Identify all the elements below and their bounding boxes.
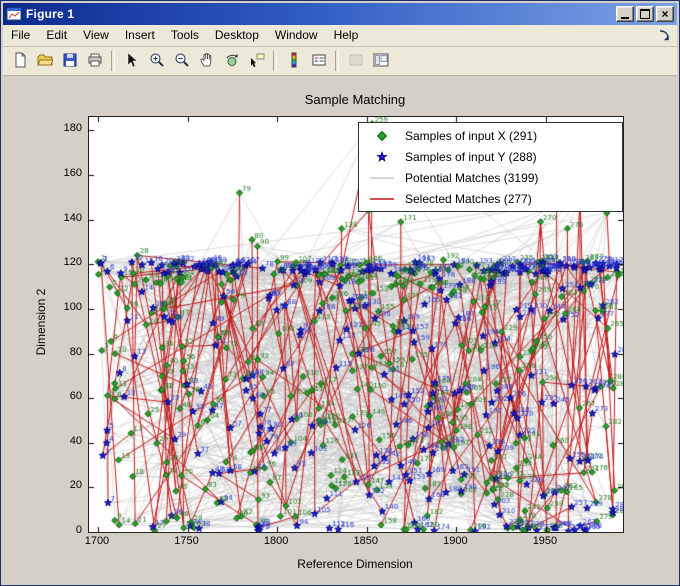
figure-canvas-area: Sample Matching Reference Dimension Dime… [3,76,677,583]
toolbar-separator [335,51,339,71]
figure-window: Figure 1 × File Edit View Insert Tools Deskto… [0,0,680,586]
insert-colorbar-button[interactable] [282,50,305,73]
menu-bar: File Edit View Insert Tools Desktop Window Help [3,25,677,47]
insert-colorbar-icon [286,52,302,71]
menu-file[interactable]: File [3,25,38,46]
legend-label-potential: Potential Matches (3199) [405,170,539,185]
x-tick-label: 1800 [263,535,289,547]
show-plot-tools-icon [373,52,389,71]
print-figure-icon [87,52,103,71]
toolbar-separator [111,51,115,71]
legend-label-selected: Selected Matches (277) [405,191,532,206]
open-file-icon [36,52,54,71]
gray-line-icon [359,172,405,184]
menu-window[interactable]: Window [267,25,326,46]
x-tick-label: 1850 [353,535,378,547]
x-tick-label: 1750 [174,535,199,547]
rotate-3d-button[interactable] [220,50,243,73]
figure-icon [6,6,22,22]
rotate-3d-icon [224,52,240,71]
save-figure-button[interactable] [58,50,81,73]
x-tick-label: 1950 [532,535,558,547]
blue-pentagram-marker-icon [359,150,405,163]
insert-legend-icon [311,52,327,71]
y-tick-label: 140 [63,211,82,224]
new-figure-icon [12,52,28,71]
menu-edit[interactable]: Edit [38,25,75,46]
edit-plot-icon [124,51,140,71]
edit-plot-button[interactable] [120,50,143,73]
x-tick-label: 1900 [443,535,468,547]
legend-item-potential-matches[interactable]: Potential Matches (3199) [359,167,622,188]
close-button[interactable]: × [656,6,674,22]
toolbar-separator [273,51,277,71]
y-tick-label: 100 [63,300,82,313]
maximize-button[interactable] [636,6,654,22]
menubar-items: File Edit View Insert Tools Desktop Window Help [3,25,366,46]
legend-label-input-y: Samples of input Y (288) [405,149,537,164]
menu-view[interactable]: View [75,25,117,46]
open-file-button[interactable] [33,50,56,73]
legend-item-input-y[interactable]: Samples of input Y (288) [359,146,622,167]
plot-title: Sample Matching [304,92,406,107]
red-line-icon [359,193,405,205]
zoom-in-icon [149,52,165,71]
menu-insert[interactable]: Insert [117,25,163,46]
title-bar[interactable]: Figure 1 × [3,3,677,25]
zoom-in-button[interactable] [145,50,168,73]
legend[interactable]: Samples of input X (291) Samples of inpu… [358,122,623,212]
hide-plot-tools-button [344,50,367,73]
y-tick-label: 120 [63,256,82,269]
data-cursor-button[interactable] [245,50,268,73]
data-cursor-icon [249,52,265,71]
zoom-out-icon [174,52,190,71]
y-tick-label: 80 [69,345,82,358]
close-icon: × [661,7,669,21]
y-tick-label: 20 [69,479,82,492]
legend-label-input-x: Samples of input X (291) [405,128,538,143]
dock-figure-icon[interactable] [658,29,671,42]
legend-item-selected-matches[interactable]: Selected Matches (277) [359,188,622,209]
pan-icon [199,52,215,71]
new-figure-button[interactable] [8,50,31,73]
menu-help[interactable]: Help [326,25,367,46]
green-diamond-marker-icon [359,130,405,142]
zoom-out-button[interactable] [170,50,193,73]
menu-desktop[interactable]: Desktop [207,25,267,46]
y-tick-label: 60 [69,390,82,403]
pan-button[interactable] [195,50,218,73]
x-tick-label: 1700 [84,535,110,547]
insert-legend-button[interactable] [307,50,330,73]
y-tick-label: 180 [63,122,82,135]
window-title: Figure 1 [26,7,75,21]
save-figure-icon [62,52,78,71]
minimize-button[interactable] [616,6,634,22]
menu-tools[interactable]: Tools [163,25,207,46]
toolbar [3,47,677,76]
y-tick-label: 160 [63,167,82,179]
hide-plot-tools-icon [348,52,364,71]
show-plot-tools-button[interactable] [369,50,392,73]
y-tick-label: 0 [75,524,82,536]
y-tick-label: 40 [69,434,82,447]
print-figure-button[interactable] [83,50,106,73]
x-axis-label: Reference Dimension [297,557,413,571]
legend-item-input-x[interactable]: Samples of input X (291) [359,125,622,146]
maximize-icon [640,9,650,19]
minimize-icon [621,17,629,19]
